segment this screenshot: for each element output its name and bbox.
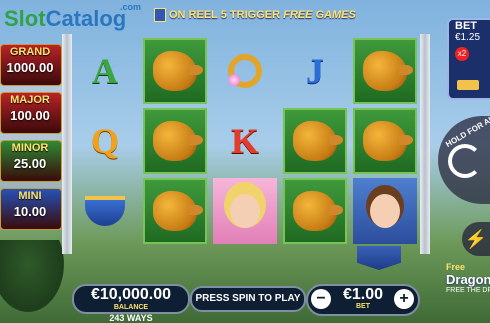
promo-line3: FREE THE DRAGON: [446, 287, 490, 294]
logo-suffix: .com: [120, 2, 142, 12]
symbol-dragon: [143, 178, 207, 244]
reel-2: [142, 38, 208, 248]
promo-line2: Dragon: [446, 272, 490, 287]
symbol-ring: [213, 38, 277, 104]
jackpot-name: MINOR: [11, 142, 49, 154]
symbol-letter-text: A: [92, 51, 118, 91]
lamp-icon: [85, 196, 125, 226]
knight-icon: [370, 194, 400, 228]
multiplier-badge: x2: [455, 47, 469, 61]
bet-value: €1.00: [342, 286, 384, 303]
symbol-letter: K: [213, 108, 277, 174]
reel-4: J: [282, 38, 348, 248]
tree-decoration: [0, 240, 70, 320]
trigger-text: ON REEL 5 TRIGGER: [169, 8, 281, 21]
turbo-button[interactable]: ⚡: [462, 222, 490, 256]
symbol-letter: J: [283, 38, 347, 104]
press-spin-message: PRESS SPIN TO PLAY: [190, 286, 306, 312]
jackpot-value: 100.00: [10, 108, 50, 123]
jackpot-name: MINI: [18, 190, 42, 202]
increase-bet-button[interactable]: +: [394, 289, 414, 309]
dragon-icon: [293, 191, 343, 231]
balance-value: €10,000.00: [90, 286, 172, 303]
trigger-emph: FREE GAMES: [283, 8, 356, 21]
symbol-letter: Q: [73, 108, 137, 174]
site-logo[interactable]: SlotCatalog .com: [4, 2, 141, 32]
reel-3: K: [212, 38, 278, 248]
ways-count: 243 WAYS: [109, 313, 153, 323]
left-pillar: [62, 34, 72, 254]
dragon-icon: [293, 121, 343, 161]
jackpot-value: 1000.00: [6, 60, 54, 75]
bet-control: − €1.00 BET +: [306, 284, 420, 316]
jackpot-value: 10.00: [13, 204, 47, 219]
arrow-icon[interactable]: [457, 80, 479, 90]
dragon-icon: [153, 121, 203, 161]
dragon-icon: [363, 51, 413, 91]
ring-icon: [228, 54, 262, 88]
dragon-icon: [363, 121, 413, 161]
symbol-letter-text: K: [230, 121, 259, 161]
jackpot-panel: GRAND 1000.00 MAJOR 100.00 MINOR 25.00 MINI 10.…: [0, 42, 62, 234]
symbol-dragon: [143, 108, 207, 174]
symbol-letter-text: J: [306, 51, 324, 91]
decrease-bet-button[interactable]: −: [311, 289, 331, 309]
jackpot-minor: MINOR 25.00: [0, 138, 62, 184]
symbol-dragon: [143, 38, 207, 104]
promo-line1: Free: [446, 262, 466, 272]
symbol-dragon: [353, 108, 417, 174]
symbol-dragon: [283, 178, 347, 244]
jackpot-name: GRAND: [9, 46, 51, 58]
princess-icon: [230, 194, 260, 228]
balance-label: BALANCE: [113, 304, 149, 311]
lightning-icon: ⚡: [464, 229, 488, 249]
reel-1: AQ: [72, 38, 138, 248]
balance-display: €10,000.00 BALANCE: [72, 284, 190, 314]
bet-panel-title: BET: [455, 20, 477, 32]
dragon-icon: [153, 51, 203, 91]
reel-grid: AQ K J: [72, 38, 420, 248]
symbol-letter: A: [73, 38, 137, 104]
logo-part1: Slot: [4, 6, 46, 31]
bet-panel[interactable]: BET €1.25 x2: [447, 18, 490, 100]
symbol-lamp: [73, 178, 137, 244]
dragon-icon: [153, 191, 203, 231]
right-pillar: [420, 34, 430, 254]
symbol-dragon: [283, 108, 347, 174]
logo-part2: Catalog: [45, 6, 127, 31]
symbol-dragon: [353, 38, 417, 104]
scatter-icon: [154, 8, 166, 22]
jackpot-grand: GRAND 1000.00: [0, 42, 62, 88]
jackpot-value: 25.00: [13, 156, 47, 171]
bet-label: BET: [356, 303, 370, 310]
spin-arrows-icon: [448, 144, 482, 178]
jackpot-mini: MINI 10.00: [0, 186, 62, 232]
promo-logo: Free Dragon FREE THE DRAGON: [446, 262, 490, 312]
symbol-princess: [213, 178, 277, 244]
bet-panel-value: €1.25: [455, 32, 481, 43]
symbol-knight: [353, 178, 417, 244]
symbol-letter-text: Q: [90, 121, 119, 161]
reel-5: [352, 38, 418, 248]
jackpot-major: MAJOR 100.00: [0, 90, 62, 136]
header: SlotCatalog .com ON REEL 5 TRIGGER FREE …: [0, 0, 490, 32]
trigger-message: ON REEL 5 TRIGGER FREE GAMES: [154, 8, 356, 22]
jackpot-name: MAJOR: [10, 94, 50, 106]
